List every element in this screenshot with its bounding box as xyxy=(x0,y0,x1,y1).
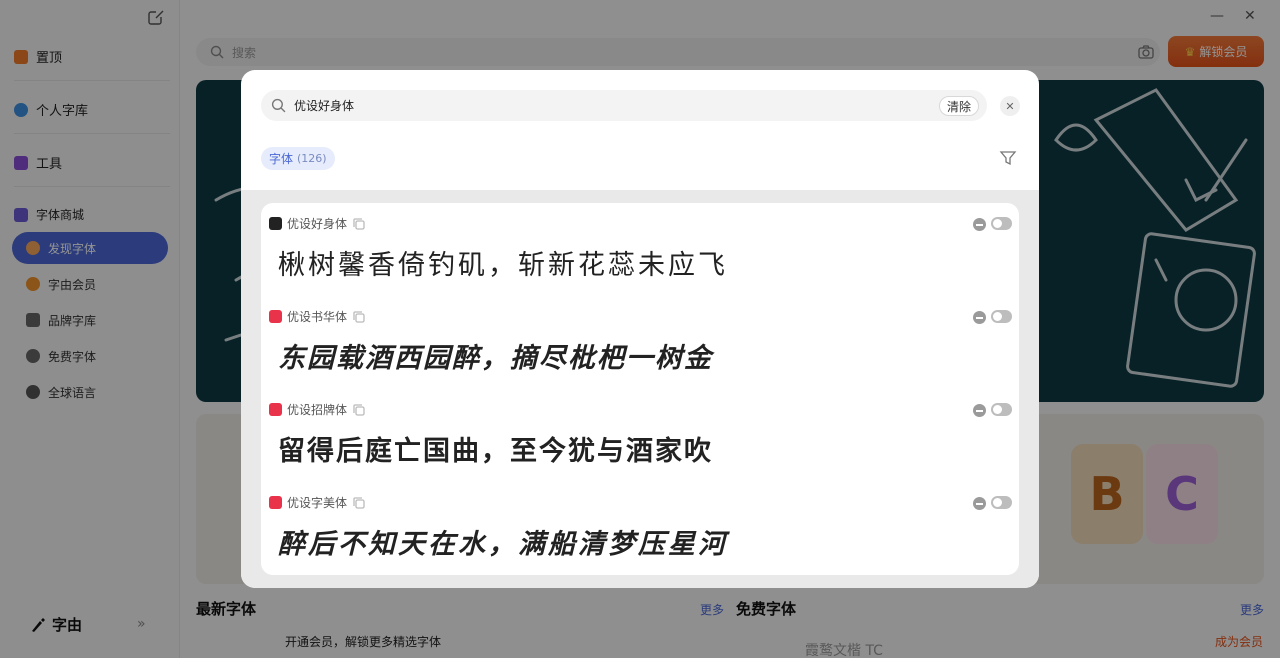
font-header: 优设字美体 xyxy=(269,494,366,511)
font-search-input[interactable]: 优设好身体 清除 xyxy=(261,90,987,121)
remove-icon[interactable] xyxy=(973,218,986,231)
foundry-logo-icon xyxy=(269,403,282,416)
results-list: 优设好身体 楸树馨香倚钓矶，斩新花蕊未应飞 优设书华体 东园载酒西园醉，摘尽枇杷… xyxy=(261,203,1019,575)
activate-toggle[interactable] xyxy=(991,403,1012,416)
list-item[interactable]: 优设字美体 醉后不知天在水，满船清梦压星河 xyxy=(261,482,1019,574)
activate-toggle[interactable] xyxy=(991,217,1012,230)
font-header: 优设招牌体 xyxy=(269,401,366,418)
font-sample: 留得后庭亡国曲，至今犹与酒家吹 xyxy=(278,436,713,467)
font-name: 优设书华体 xyxy=(287,310,348,324)
remove-icon[interactable] xyxy=(973,497,986,510)
font-sample: 醉后不知天在水，满船清梦压星河 xyxy=(278,529,728,560)
remove-icon[interactable] xyxy=(973,404,986,417)
remove-icon[interactable] xyxy=(973,311,986,324)
font-name: 优设字美体 xyxy=(287,496,348,510)
copy-icon[interactable] xyxy=(352,496,366,510)
copy-icon[interactable] xyxy=(352,310,366,324)
activate-toggle[interactable] xyxy=(991,496,1012,509)
chip-label: 字体 xyxy=(269,152,294,166)
filter-chip-fonts[interactable]: 字体 (126) xyxy=(261,147,335,170)
font-name: 优设好身体 xyxy=(287,217,348,231)
font-sample: 楸树馨香倚钓矶，斩新花蕊未应飞 xyxy=(278,250,728,281)
font-name: 优设招牌体 xyxy=(287,403,348,417)
list-item[interactable]: 优设好身体 楸树馨香倚钓矶，斩新花蕊未应飞 xyxy=(261,203,1019,295)
foundry-logo-icon xyxy=(269,310,282,323)
font-search-dialog: 优设好身体 清除 ✕ 字体 (126) 优设好身体 楸树馨香倚钓矶，斩新花蕊未应… xyxy=(241,70,1039,588)
search-icon xyxy=(271,98,286,113)
font-header: 优设好身体 xyxy=(269,215,366,232)
close-icon[interactable]: ✕ xyxy=(1000,96,1020,116)
font-sample: 东园载酒西园醉，摘尽枇杷一树金 xyxy=(278,343,713,374)
font-header: 优设书华体 xyxy=(269,308,366,325)
clear-button[interactable]: 清除 xyxy=(938,96,979,116)
filter-icon[interactable] xyxy=(999,149,1017,167)
copy-icon[interactable] xyxy=(352,217,366,231)
list-item[interactable]: 优设招牌体 留得后庭亡国曲，至今犹与酒家吹 xyxy=(261,389,1019,481)
foundry-logo-icon xyxy=(269,496,282,509)
copy-icon[interactable] xyxy=(352,403,366,417)
chip-count: (126) xyxy=(297,152,327,165)
search-query: 优设好身体 xyxy=(294,99,355,113)
activate-toggle[interactable] xyxy=(991,310,1012,323)
foundry-logo-icon xyxy=(269,217,282,230)
list-item[interactable]: 优设书华体 东园载酒西园醉，摘尽枇杷一树金 xyxy=(261,296,1019,388)
